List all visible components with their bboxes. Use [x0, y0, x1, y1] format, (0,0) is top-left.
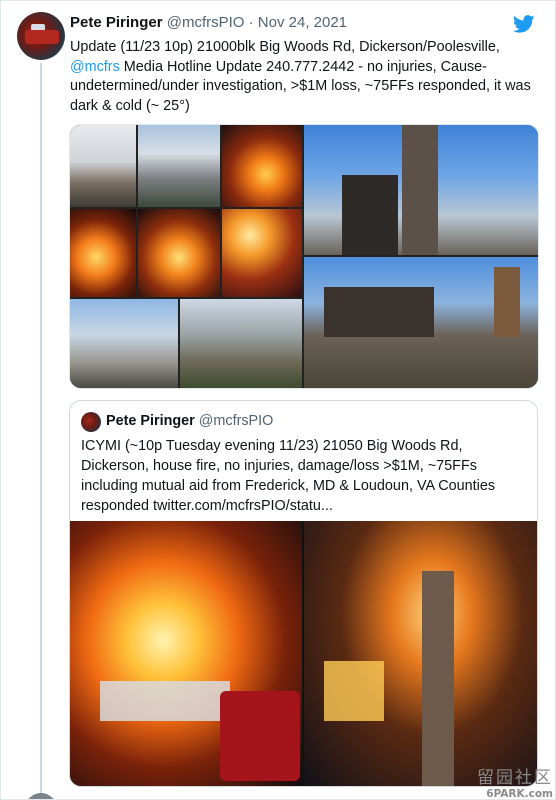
- tweet-photo-collage[interactable]: [69, 124, 539, 389]
- quoted-tweet-text: ICYMI (~10p Tuesday evening 11/23) 21050…: [81, 438, 496, 514]
- photo-5[interactable]: [138, 209, 220, 297]
- twitter-bird-icon[interactable]: [513, 15, 535, 33]
- header-separator: ·: [248, 14, 254, 31]
- watermark-chinese: 留园社区: [477, 768, 553, 788]
- photo-9[interactable]: [304, 125, 538, 255]
- quoted-tweet-photos[interactable]: [70, 521, 537, 786]
- tweet-date[interactable]: Nov 24, 2021: [258, 14, 347, 31]
- quoted-author-avatar[interactable]: [81, 412, 101, 432]
- thread-line: [40, 63, 42, 798]
- photo-7[interactable]: [70, 299, 178, 388]
- quoted-tweet[interactable]: Pete Piringer @mcfrsPIO ICYMI (~10p Tues…: [69, 400, 538, 787]
- author-handle[interactable]: @mcfrsPIO: [167, 14, 245, 31]
- photo-1[interactable]: [70, 125, 136, 207]
- quoted-author-name[interactable]: Pete Piringer: [106, 413, 195, 429]
- tweet-text: Update (11/23 10p) 21000blk Big Woods Rd…: [70, 38, 540, 116]
- quoted-tweet-header: Pete Piringer @mcfrsPIO: [106, 413, 273, 429]
- tweet-text-part2: Media Hotline Update 240.777.2442 - no i…: [70, 58, 531, 114]
- next-tweet-avatar[interactable]: [25, 793, 57, 799]
- author-name[interactable]: Pete Piringer: [70, 14, 163, 31]
- photo-8[interactable]: [180, 299, 302, 388]
- quoted-author-handle[interactable]: @mcfrsPIO: [199, 413, 274, 429]
- photo-6[interactable]: [222, 209, 302, 297]
- watermark: 留园社区 6PARK.com: [471, 763, 553, 800]
- quoted-photo-2[interactable]: [304, 521, 537, 786]
- tweet-header: Pete Piringer @mcfrsPIO · Nov 24, 2021: [70, 14, 347, 34]
- photo-2[interactable]: [138, 125, 220, 207]
- photo-4[interactable]: [70, 209, 136, 297]
- mention-link[interactable]: @mcfrs: [70, 59, 120, 75]
- photo-3[interactable]: [222, 125, 302, 207]
- photo-10[interactable]: [304, 257, 538, 388]
- author-avatar[interactable]: [17, 12, 65, 60]
- watermark-url: 6PARK.com: [486, 788, 553, 800]
- tweet-text-part1: Update (11/23 10p) 21000blk Big Woods Rd…: [70, 39, 500, 55]
- tweet-card[interactable]: Pete Piringer @mcfrsPIO · Nov 24, 2021 U…: [0, 0, 556, 800]
- quoted-photo-1[interactable]: [70, 521, 302, 786]
